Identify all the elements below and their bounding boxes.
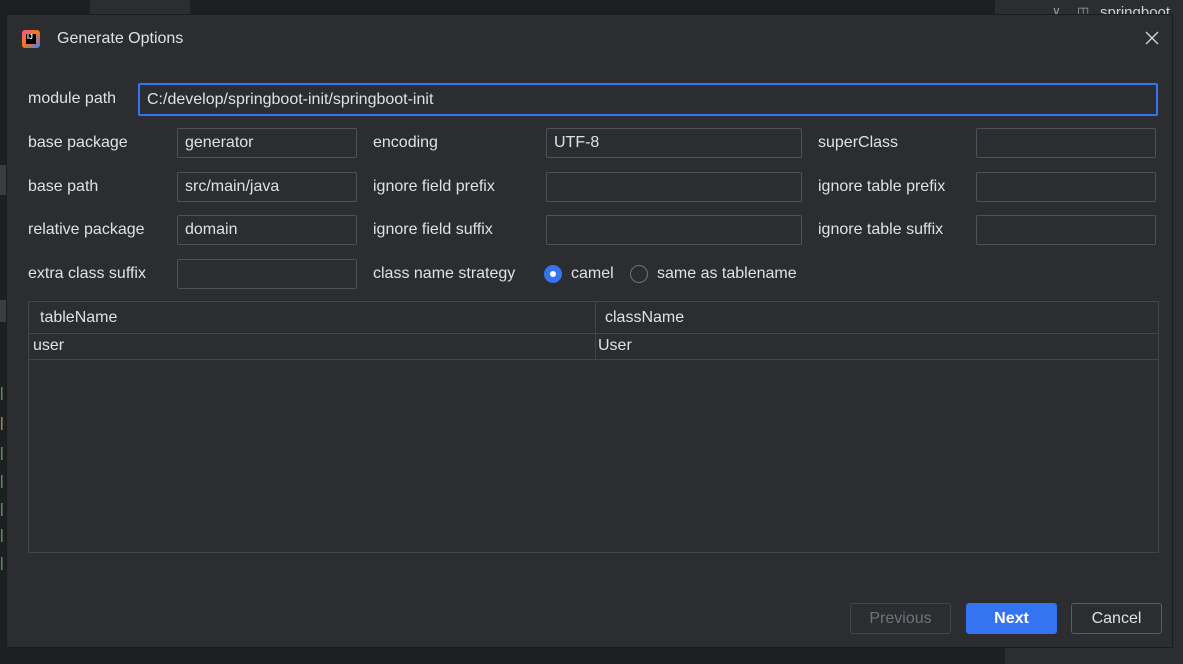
camel-radio[interactable] (544, 265, 562, 283)
extra-class-suffix-input[interactable] (177, 259, 357, 289)
relative-package-label: relative package (28, 221, 145, 238)
cancel-button[interactable]: Cancel (1071, 603, 1162, 634)
module-path-input[interactable] (138, 83, 1158, 116)
dialog-title: Generate Options (57, 30, 184, 47)
relative-package-input[interactable] (177, 215, 357, 245)
generate-options-dialog: IJ Generate Options module path base pac… (6, 14, 1173, 648)
encoding-input[interactable] (546, 128, 802, 158)
table-cell-classname[interactable]: User (598, 333, 632, 359)
superclass-label: superClass (818, 134, 899, 151)
ignore-table-suffix-input[interactable] (976, 215, 1156, 245)
same-as-tablename-radio[interactable] (630, 265, 648, 283)
base-path-label: base path (28, 178, 99, 195)
base-package-input[interactable] (177, 128, 357, 158)
camel-radio-label[interactable]: camel (571, 265, 614, 283)
ignore-table-suffix-label: ignore table suffix (818, 221, 944, 238)
ignore-field-suffix-input[interactable] (546, 215, 802, 245)
previous-button[interactable]: Previous (850, 603, 951, 634)
background-gutter-mark: | (0, 384, 4, 400)
base-package-label: base package (28, 134, 128, 151)
ignore-table-prefix-label: ignore table prefix (818, 178, 946, 195)
column-divider[interactable] (595, 302, 596, 333)
column-header-classname[interactable]: className (605, 302, 684, 333)
background-gutter-mark: | (0, 472, 4, 488)
superclass-input[interactable] (976, 128, 1156, 158)
module-path-label: module path (28, 90, 117, 107)
next-button[interactable]: Next (966, 603, 1057, 634)
table-row[interactable]: user User (29, 333, 1158, 360)
background-gutter-mark: | (0, 526, 4, 542)
table-cell-tablename[interactable]: user (33, 333, 64, 359)
table-mapping-grid[interactable]: tableName className user User (28, 301, 1159, 553)
dialog-title-bar: IJ Generate Options (7, 15, 1172, 65)
background-gutter-mark: | (0, 444, 4, 460)
column-divider (595, 333, 596, 359)
intellij-idea-icon: IJ (22, 30, 40, 48)
ignore-field-suffix-label: ignore field suffix (373, 221, 493, 238)
class-name-strategy-label: class name strategy (373, 265, 516, 282)
background-editor-strip (90, 0, 1005, 14)
base-path-input[interactable] (177, 172, 357, 202)
same-as-tablename-radio-label[interactable]: same as tablename (657, 265, 797, 283)
close-icon[interactable] (1143, 29, 1161, 47)
ignore-table-prefix-input[interactable] (976, 172, 1156, 202)
ignore-field-prefix-input[interactable] (546, 172, 802, 202)
column-header-tablename[interactable]: tableName (40, 302, 117, 333)
background-gutter-mark: | (0, 414, 4, 430)
extra-class-suffix-label: extra class suffix (28, 265, 146, 282)
table-header: tableName className (29, 302, 1158, 334)
ignore-field-prefix-label: ignore field prefix (373, 178, 495, 195)
background-gutter-mark: | (0, 554, 4, 570)
encoding-label: encoding (373, 134, 438, 151)
background-gutter-mark: | (0, 500, 4, 516)
